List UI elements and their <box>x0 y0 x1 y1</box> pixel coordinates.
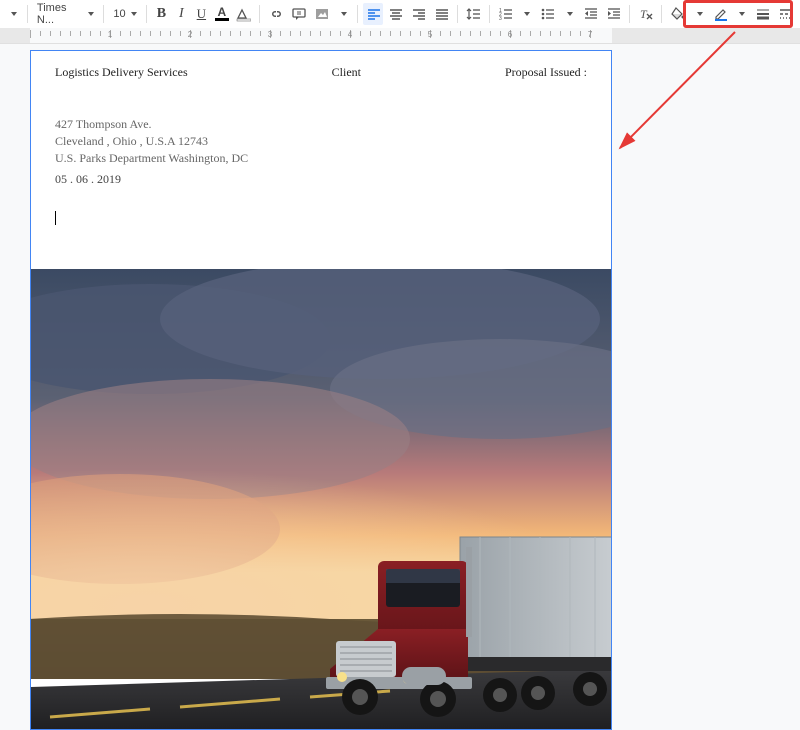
separator <box>259 5 260 23</box>
increase-indent-button[interactable] <box>603 3 624 25</box>
fill-color-button[interactable] <box>667 3 688 25</box>
document-date: 05 . 06 . 2019 <box>55 172 587 187</box>
more-left-button[interactable] <box>4 3 22 25</box>
separator <box>457 5 458 23</box>
clear-formatting-button[interactable]: T <box>635 3 656 25</box>
header-left: Logistics Delivery Services <box>55 65 188 80</box>
separator <box>489 5 490 23</box>
insert-image-button[interactable] <box>311 3 332 25</box>
address-block: 427 Thompson Ave. Cleveland , Ohio , U.S… <box>55 116 587 166</box>
separator <box>629 5 630 23</box>
border-color-button[interactable] <box>710 3 731 25</box>
address-line2: Cleveland , Ohio , U.S.A 12743 <box>55 133 587 150</box>
border-weight-button[interactable] <box>752 3 773 25</box>
font-family-label: Times N... <box>37 2 87 26</box>
border-dash-button[interactable] <box>775 3 796 25</box>
header-right: Proposal Issued : <box>505 65 587 80</box>
insert-link-button[interactable] <box>265 3 286 25</box>
document-page[interactable]: Logistics Delivery Services Client Propo… <box>30 50 612 730</box>
line-spacing-button[interactable] <box>463 3 484 25</box>
header-center: Client <box>332 65 361 80</box>
separator <box>357 5 358 23</box>
insert-image-dropdown[interactable] <box>334 3 352 25</box>
bulleted-list-dropdown[interactable] <box>560 3 578 25</box>
text-cursor <box>55 211 56 225</box>
font-family-select[interactable]: Times N... <box>33 3 99 25</box>
svg-text:3: 3 <box>499 16 502 22</box>
font-size-select[interactable]: 10 <box>109 3 141 25</box>
fill-color-dropdown[interactable] <box>690 3 708 25</box>
separator <box>661 5 662 23</box>
border-color-dropdown[interactable] <box>732 3 750 25</box>
decrease-indent-button[interactable] <box>580 3 601 25</box>
separator <box>103 5 104 23</box>
separator <box>146 5 147 23</box>
formatting-toolbar: Times N... 10 B I U A 1 <box>0 0 800 28</box>
font-size-label: 10 <box>113 8 125 20</box>
numbered-list-button[interactable]: 123 <box>495 3 516 25</box>
insert-comment-button[interactable] <box>288 3 309 25</box>
bold-button[interactable]: B <box>152 3 170 25</box>
document-header-row: Logistics Delivery Services Client Propo… <box>55 65 587 80</box>
horizontal-ruler[interactable]: 1234567 <box>0 28 800 44</box>
text-color-button[interactable]: A <box>212 3 231 25</box>
highlight-color-button[interactable] <box>233 3 254 25</box>
underline-button[interactable]: U <box>192 3 210 25</box>
hero-image[interactable] <box>31 269 611 729</box>
address-line1: 427 Thompson Ave. <box>55 116 587 133</box>
document-canvas: Logistics Delivery Services Client Propo… <box>0 44 800 730</box>
numbered-list-dropdown[interactable] <box>517 3 535 25</box>
italic-button[interactable]: I <box>172 3 190 25</box>
align-left-button[interactable] <box>363 3 384 25</box>
align-right-button[interactable] <box>408 3 429 25</box>
svg-text:T: T <box>640 7 648 21</box>
align-center-button[interactable] <box>385 3 406 25</box>
bulleted-list-button[interactable] <box>537 3 558 25</box>
document-content[interactable]: Logistics Delivery Services Client Propo… <box>31 51 611 229</box>
address-line3: U.S. Parks Department Washington, DC <box>55 150 587 167</box>
separator <box>27 5 28 23</box>
align-justify-button[interactable] <box>431 3 452 25</box>
